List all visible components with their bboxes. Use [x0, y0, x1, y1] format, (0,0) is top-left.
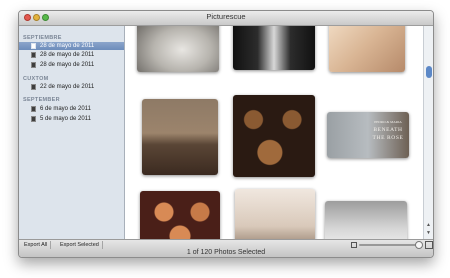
photo-thumbnail[interactable]: [325, 201, 407, 239]
sidebar-item[interactable]: 22 de mayo de 2011: [19, 83, 124, 91]
photo-caption: PEDRO & MARIA: [374, 120, 402, 124]
sidebar-item-label: 6 de mayo de 2011: [40, 106, 91, 112]
photo-album-icon: [31, 116, 36, 122]
photo-album-icon: [31, 84, 36, 90]
title-bar[interactable]: Picturescue: [19, 11, 433, 26]
sidebar-item[interactable]: 28 de mayo de 2011: [19, 42, 124, 50]
sidebar-item[interactable]: 5 de mayo de 2011: [19, 115, 124, 123]
photo-thumbnail[interactable]: [137, 26, 219, 72]
photo-caption: THE ROSE: [372, 135, 404, 141]
photo-thumbnail[interactable]: PEDRO & MARIA BENEATH THE ROSE: [327, 112, 409, 158]
photo-thumbnail[interactable]: [140, 191, 220, 239]
section-heading-september: SEPTEMBER: [23, 97, 60, 103]
sidebar-item[interactable]: 6 de mayo de 2011: [19, 105, 124, 113]
photo-grid: PEDRO & MARIA BENEATH THE ROSE: [125, 26, 423, 239]
bottom-toolbar: Export All Export Selected 1 of 120 Phot…: [19, 239, 433, 257]
photo-album-icon: [31, 52, 36, 58]
selection-status: 1 of 120 Photos Selected: [186, 249, 266, 256]
photo-thumbnail[interactable]: [233, 95, 315, 177]
window-title: Picturescue: [206, 12, 246, 21]
section-heading-septiembre: SEPTIEMBRE: [23, 35, 62, 41]
thumbnail-size-slider[interactable]: [359, 244, 421, 246]
photo-thumbnail[interactable]: [142, 99, 218, 175]
sidebar-item-label: 5 de mayo de 2011: [40, 116, 91, 122]
sidebar-item-label: 28 de mayo de 2011: [40, 43, 95, 49]
sidebar-item[interactable]: 28 de mayo de 2011: [19, 61, 124, 69]
photo-album-icon: [31, 106, 36, 112]
export-all-button[interactable]: Export All: [21, 241, 52, 249]
sidebar-item-label: 22 de mayo de 2011: [40, 84, 95, 90]
slider-knob[interactable]: [415, 241, 423, 249]
sidebar-item[interactable]: 28 de mayo de 2011: [19, 51, 124, 59]
sidebar: SEPTIEMBRE 28 de mayo de 2011 28 de mayo…: [19, 26, 125, 239]
large-thumbnail-icon[interactable]: [425, 241, 433, 249]
vertical-scrollbar[interactable]: ▲ ▼: [423, 26, 433, 239]
small-thumbnail-icon[interactable]: [351, 242, 357, 248]
photo-caption: BENEATH: [373, 127, 403, 133]
scroll-up-icon[interactable]: ▲: [426, 222, 431, 228]
photo-album-icon: [31, 43, 36, 49]
photo-album-icon: [31, 62, 36, 68]
photo-thumbnail[interactable]: [235, 189, 315, 239]
app-window: Picturescue SEPTIEMBRE 28 de mayo de 201…: [18, 10, 434, 258]
section-heading-cuxtom: CUXTOM: [23, 76, 49, 82]
scroll-down-icon[interactable]: ▼: [426, 230, 431, 236]
sidebar-item-label: 28 de mayo de 2011: [40, 62, 95, 68]
scroll-thumb[interactable]: [426, 66, 432, 78]
sidebar-item-label: 28 de mayo de 2011: [40, 52, 95, 58]
photo-thumbnail[interactable]: [233, 26, 315, 70]
photo-thumbnail[interactable]: [329, 26, 405, 72]
export-selected-button[interactable]: Export Selected: [57, 241, 103, 249]
